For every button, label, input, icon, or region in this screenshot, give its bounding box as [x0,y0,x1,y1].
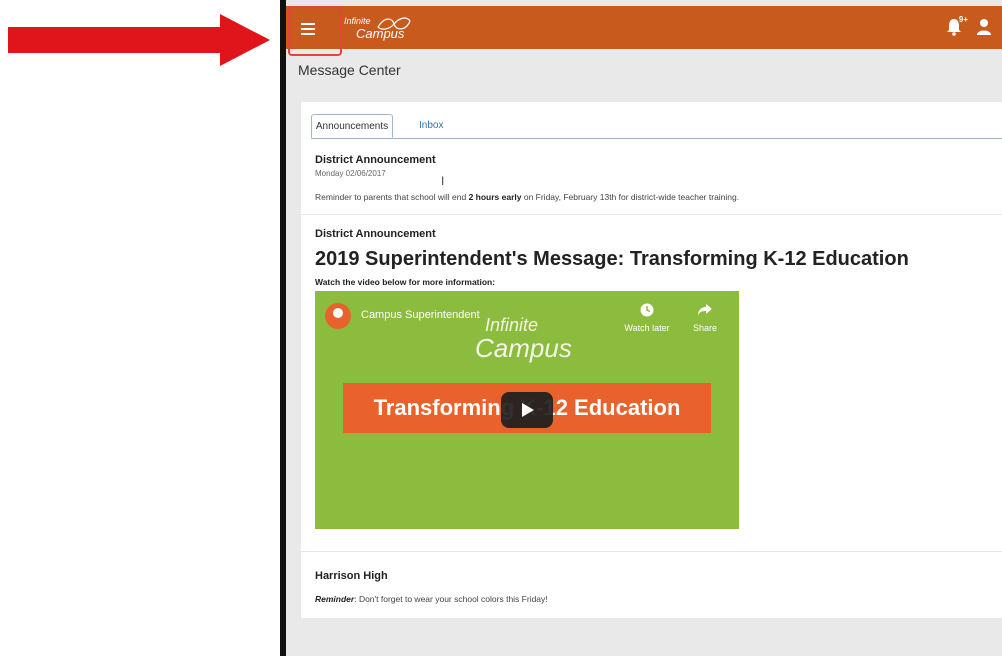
user-profile-icon[interactable] [976,18,992,36]
tab-inbox[interactable]: Inbox [411,114,451,138]
annotation-arrow [8,14,270,66]
announcement-title: District Announcement [315,228,436,240]
page-title: Message Center [298,62,401,78]
tab-announcements[interactable]: Announcements [311,114,393,138]
app-window: Infinite Campus 9+ Message Center Announ… [280,0,1002,656]
announcement-title: Harrison High [315,570,388,582]
tab-bar: Announcements Inbox [311,114,1002,139]
share-arrow-icon [698,304,712,316]
share-button[interactable]: Share [687,303,723,333]
hamburger-icon [301,23,315,38]
clock-icon [640,303,654,317]
watch-later-button[interactable]: Watch later [617,303,677,333]
text-cursor-icon: I [441,174,445,188]
video-player[interactable]: Campus Superintendent Infinite Campus Wa… [315,291,739,529]
channel-avatar-icon[interactable] [325,303,351,329]
announcement-title: District Announcement [315,154,436,166]
message-center-panel: Announcements Inbox District Announcemen… [301,102,1002,618]
announcement-date: Monday 02/06/2017 [315,169,386,178]
announcement-item: District Announcement 2019 Superintenden… [301,215,1002,552]
top-navigation-bar: Infinite Campus 9+ [286,6,1002,56]
announcement-body: Reminder to parents that school will end… [315,192,740,202]
play-button-icon[interactable] [501,392,553,428]
menu-button[interactable] [288,6,342,56]
announcement-headline: 2019 Superintendent's Message: Transform… [315,248,909,270]
notification-count-badge: 9+ [958,15,968,24]
announcement-body: Reminder: Don't forget to wear your scho… [315,594,548,604]
video-channel-name[interactable]: Campus Superintendent [361,309,480,321]
infinite-campus-logo[interactable]: Infinite Campus [344,13,424,45]
announcement-item: Harrison High Reminder: Don't forget to … [301,552,1002,618]
announcement-subline: Watch the video below for more informati… [315,277,496,287]
infinity-logo-icon [377,17,411,30]
announcement-item: District Announcement Monday 02/06/2017 … [301,146,1002,215]
